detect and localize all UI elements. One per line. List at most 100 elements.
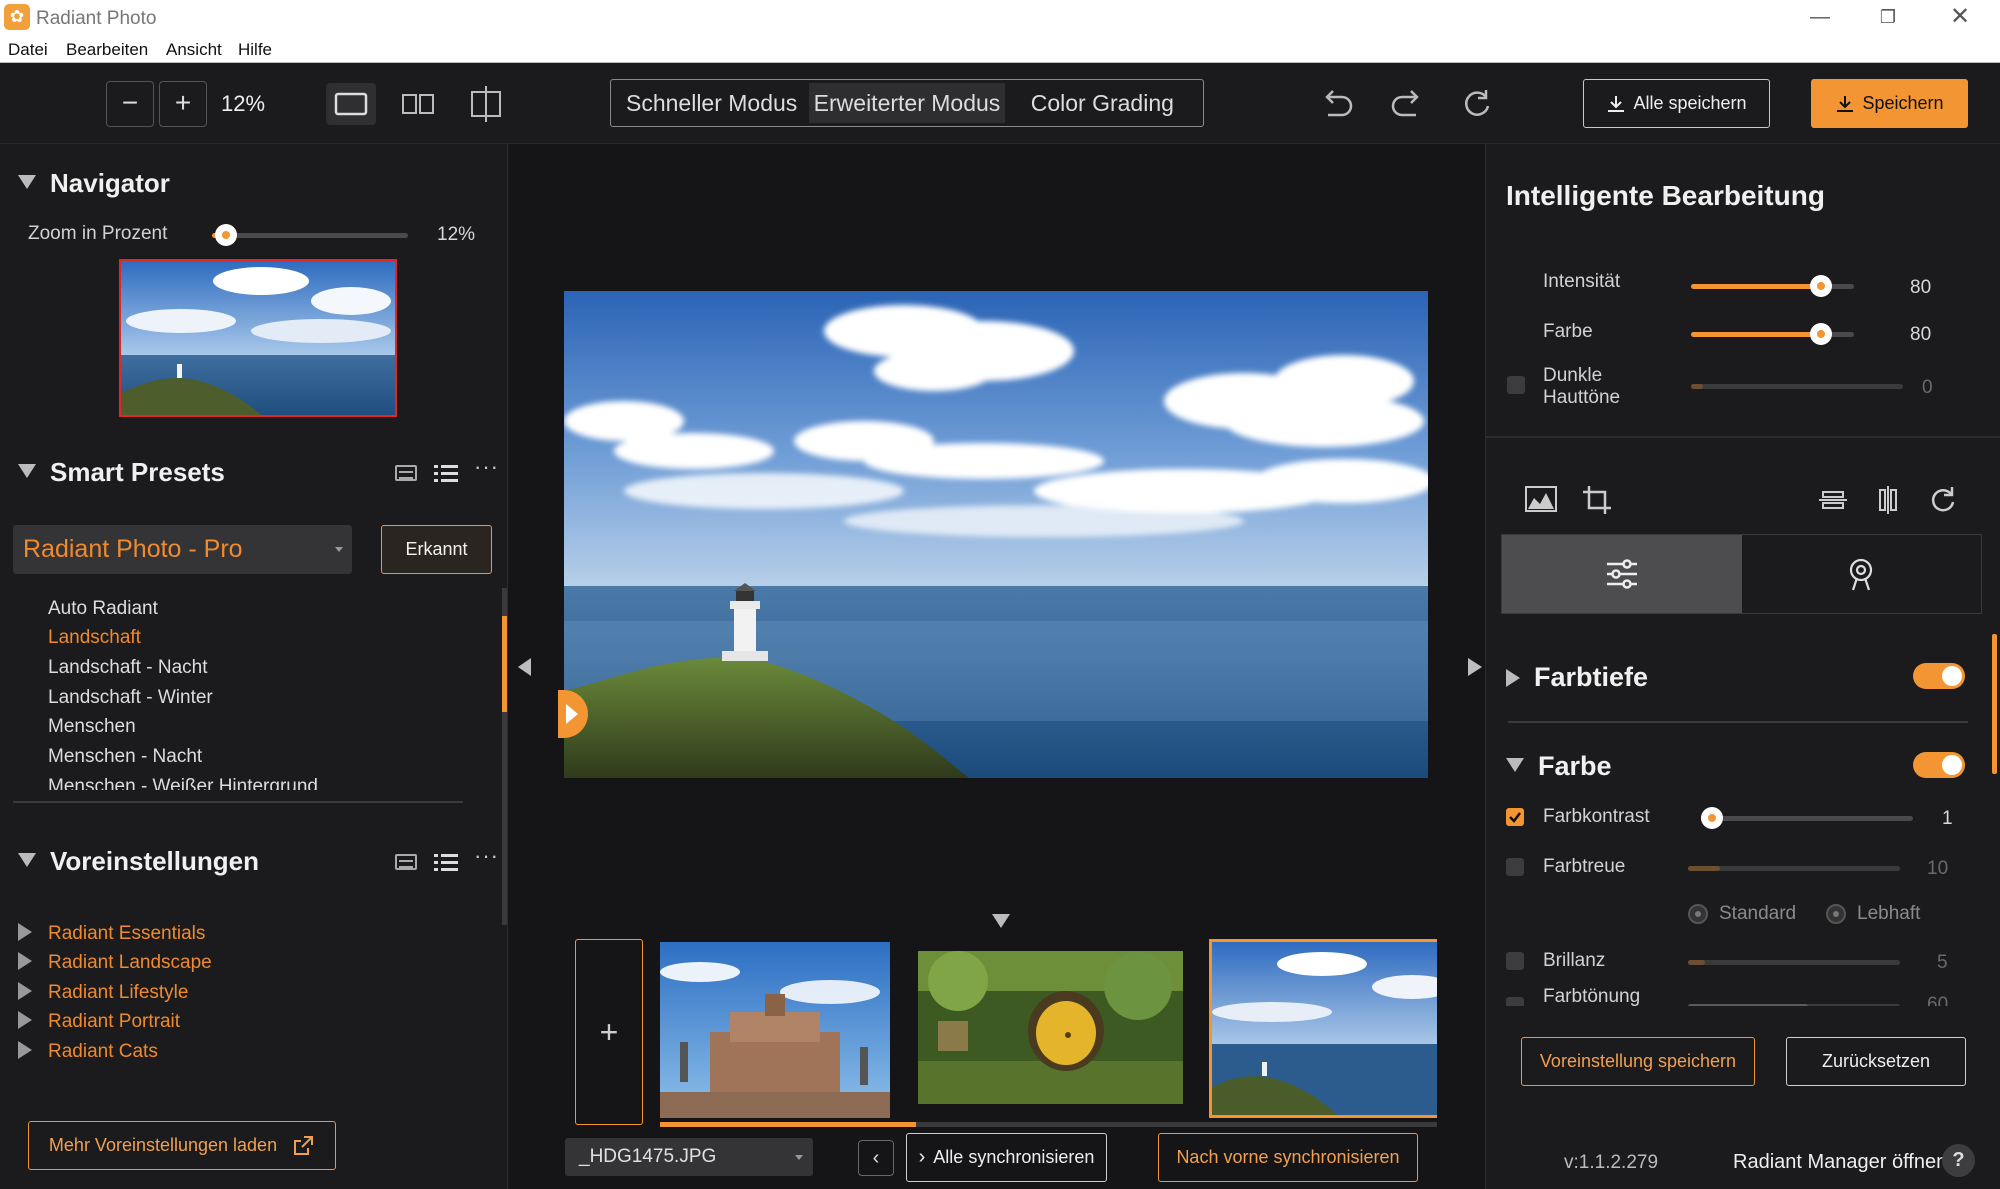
- list-view-icon[interactable]: [434, 464, 458, 484]
- preset-folder-landscape[interactable]: Radiant Landscape: [18, 952, 212, 974]
- zoom-out-button[interactable]: −: [106, 81, 154, 127]
- minimize-icon[interactable]: —: [1800, 4, 1840, 30]
- tab-portrait[interactable]: [1742, 535, 1982, 613]
- rotate-button[interactable]: [1927, 484, 1959, 521]
- farbtreue-slider[interactable]: [1688, 866, 1900, 871]
- refresh-icon: [1465, 90, 1490, 116]
- flip-vertical-button[interactable]: [1817, 484, 1849, 521]
- preset-folder-portrait[interactable]: Radiant Portrait: [18, 1011, 180, 1033]
- navigator-preview[interactable]: [119, 259, 397, 417]
- farbtoenung-slider[interactable]: [1688, 1004, 1900, 1006]
- load-more-presets-button[interactable]: Mehr Voreinstellungen laden: [28, 1121, 336, 1170]
- collapse-filmstrip-icon[interactable]: [992, 914, 1010, 928]
- collapse-right-panel-icon[interactable]: [1468, 658, 1482, 676]
- navigator-header[interactable]: Navigator: [18, 168, 170, 199]
- farbtiefe-toggle[interactable]: [1913, 663, 1965, 689]
- list-item[interactable]: Auto Radiant: [48, 598, 158, 620]
- color-slider[interactable]: [1691, 323, 1854, 345]
- menu-bearbeiten[interactable]: Bearbeiten: [66, 40, 148, 60]
- slider-knob[interactable]: [1810, 323, 1833, 345]
- slider-knob[interactable]: [1810, 275, 1833, 297]
- farbtiefe-header[interactable]: Farbtiefe: [1506, 662, 1648, 693]
- list-item[interactable]: Menschen - Weißer Hintergrund: [48, 776, 318, 790]
- tab-color-grading[interactable]: Color Grading: [1005, 83, 1200, 123]
- filmstrip-thumbnail-selected[interactable]: [1209, 939, 1437, 1118]
- smart-presets-header[interactable]: Smart Presets: [18, 457, 225, 488]
- histogram-button[interactable]: [1524, 484, 1558, 519]
- farbkontrast-checkbox[interactable]: [1506, 808, 1524, 826]
- dark-skin-slider[interactable]: [1691, 384, 1903, 389]
- right-panel-scrollbar[interactable]: [1992, 634, 1997, 774]
- tab-adjustments[interactable]: [1502, 535, 1742, 613]
- restore-icon[interactable]: ❐: [1868, 4, 1908, 30]
- face-retouch-icon: [1850, 558, 1873, 591]
- add-image-button[interactable]: +: [575, 939, 643, 1125]
- dark-skin-checkbox[interactable]: [1507, 376, 1525, 394]
- radio-standard[interactable]: [1688, 904, 1708, 924]
- preset-folder-essentials[interactable]: Radiant Essentials: [18, 923, 205, 945]
- farbe-toggle[interactable]: [1913, 752, 1965, 778]
- list-item[interactable]: Menschen: [48, 716, 136, 738]
- list-item[interactable]: Landschaft - Winter: [48, 687, 213, 709]
- list-item[interactable]: Menschen - Nacht: [48, 746, 202, 768]
- collapse-left-panel-icon[interactable]: [518, 658, 531, 676]
- sync-all-button[interactable]: › Alle synchronisieren: [906, 1133, 1107, 1182]
- detected-button[interactable]: Erkannt: [381, 525, 492, 574]
- zoom-in-button[interactable]: +: [159, 81, 207, 127]
- undo-button[interactable]: [1316, 83, 1358, 130]
- save-button[interactable]: Speichern: [1811, 79, 1968, 128]
- filmstrip-thumbnail[interactable]: [918, 951, 1183, 1104]
- preset-folder-lifestyle[interactable]: Radiant Lifestyle: [18, 982, 188, 1004]
- reset-button[interactable]: Zurücksetzen: [1786, 1037, 1966, 1086]
- preset-scrollbar[interactable]: [502, 588, 507, 925]
- farbe-header[interactable]: Farbe: [1506, 751, 1612, 782]
- more-icon[interactable]: ···: [474, 454, 499, 480]
- chevron-down-icon: [795, 1155, 803, 1160]
- list-item-selected[interactable]: Landschaft: [48, 627, 141, 649]
- tab-schneller-modus[interactable]: Schneller Modus: [614, 83, 809, 123]
- menu-hilfe[interactable]: Hilfe: [238, 40, 272, 60]
- intensity-slider[interactable]: [1691, 275, 1854, 297]
- preset-folder-cats[interactable]: Radiant Cats: [18, 1041, 158, 1063]
- more-icon[interactable]: ···: [474, 843, 499, 869]
- list-item[interactable]: Landschaft - Nacht: [48, 657, 207, 679]
- crop-button[interactable]: [1581, 484, 1613, 521]
- filmstrip-thumbnail[interactable]: [660, 942, 890, 1118]
- brillanz-slider[interactable]: [1688, 960, 1900, 965]
- radiant-manager-link[interactable]: Radiant Manager öffnen: [1733, 1151, 1947, 1174]
- grid-view-icon[interactable]: [395, 465, 417, 481]
- compare-view-button[interactable]: [466, 83, 508, 130]
- previous-image-button[interactable]: ‹: [858, 1140, 894, 1176]
- smart-preset-dropdown[interactable]: Radiant Photo - Pro: [13, 525, 352, 574]
- help-icon[interactable]: ?: [1942, 1144, 1975, 1177]
- farbtoenung-checkbox[interactable]: [1506, 997, 1524, 1006]
- filmstrip-scrollbar[interactable]: [660, 1122, 1437, 1127]
- main-photo[interactable]: [564, 291, 1428, 778]
- list-view-icon[interactable]: [434, 853, 458, 873]
- before-after-handle[interactable]: [558, 690, 588, 738]
- farbtreue-checkbox[interactable]: [1506, 858, 1524, 876]
- radio-lebhaft[interactable]: [1826, 904, 1846, 924]
- download-icon: [1608, 95, 1625, 112]
- save-all-button[interactable]: Alle speichern: [1583, 79, 1770, 128]
- slider-knob[interactable]: [1701, 807, 1723, 829]
- filename-dropdown[interactable]: _HDG1475.JPG: [565, 1138, 813, 1176]
- sync-forward-button[interactable]: Nach vorne synchronisieren: [1158, 1133, 1418, 1182]
- redo-button[interactable]: [1386, 83, 1428, 130]
- voreinstellungen-header[interactable]: Voreinstellungen: [18, 846, 259, 877]
- zoom-slider[interactable]: [212, 224, 408, 246]
- menu-ansicht[interactable]: Ansicht: [166, 40, 222, 60]
- zoom-slider-knob[interactable]: [214, 224, 237, 246]
- flip-horizontal-button[interactable]: [1872, 484, 1904, 521]
- save-preset-button[interactable]: Voreinstellung speichern: [1521, 1037, 1755, 1086]
- grid-view-icon[interactable]: [395, 854, 417, 870]
- tab-erweiterter-modus[interactable]: Erweiterter Modus: [809, 83, 1005, 123]
- brillanz-checkbox[interactable]: [1506, 952, 1524, 970]
- single-view-icon: [334, 92, 368, 116]
- menu-datei[interactable]: Datei: [8, 40, 48, 60]
- farbkontrast-slider[interactable]: [1701, 807, 1913, 829]
- close-icon[interactable]: ✕: [1940, 4, 1980, 30]
- split-view-button[interactable]: [397, 83, 439, 130]
- reset-view-button[interactable]: [1456, 83, 1498, 130]
- single-view-button[interactable]: [326, 83, 376, 125]
